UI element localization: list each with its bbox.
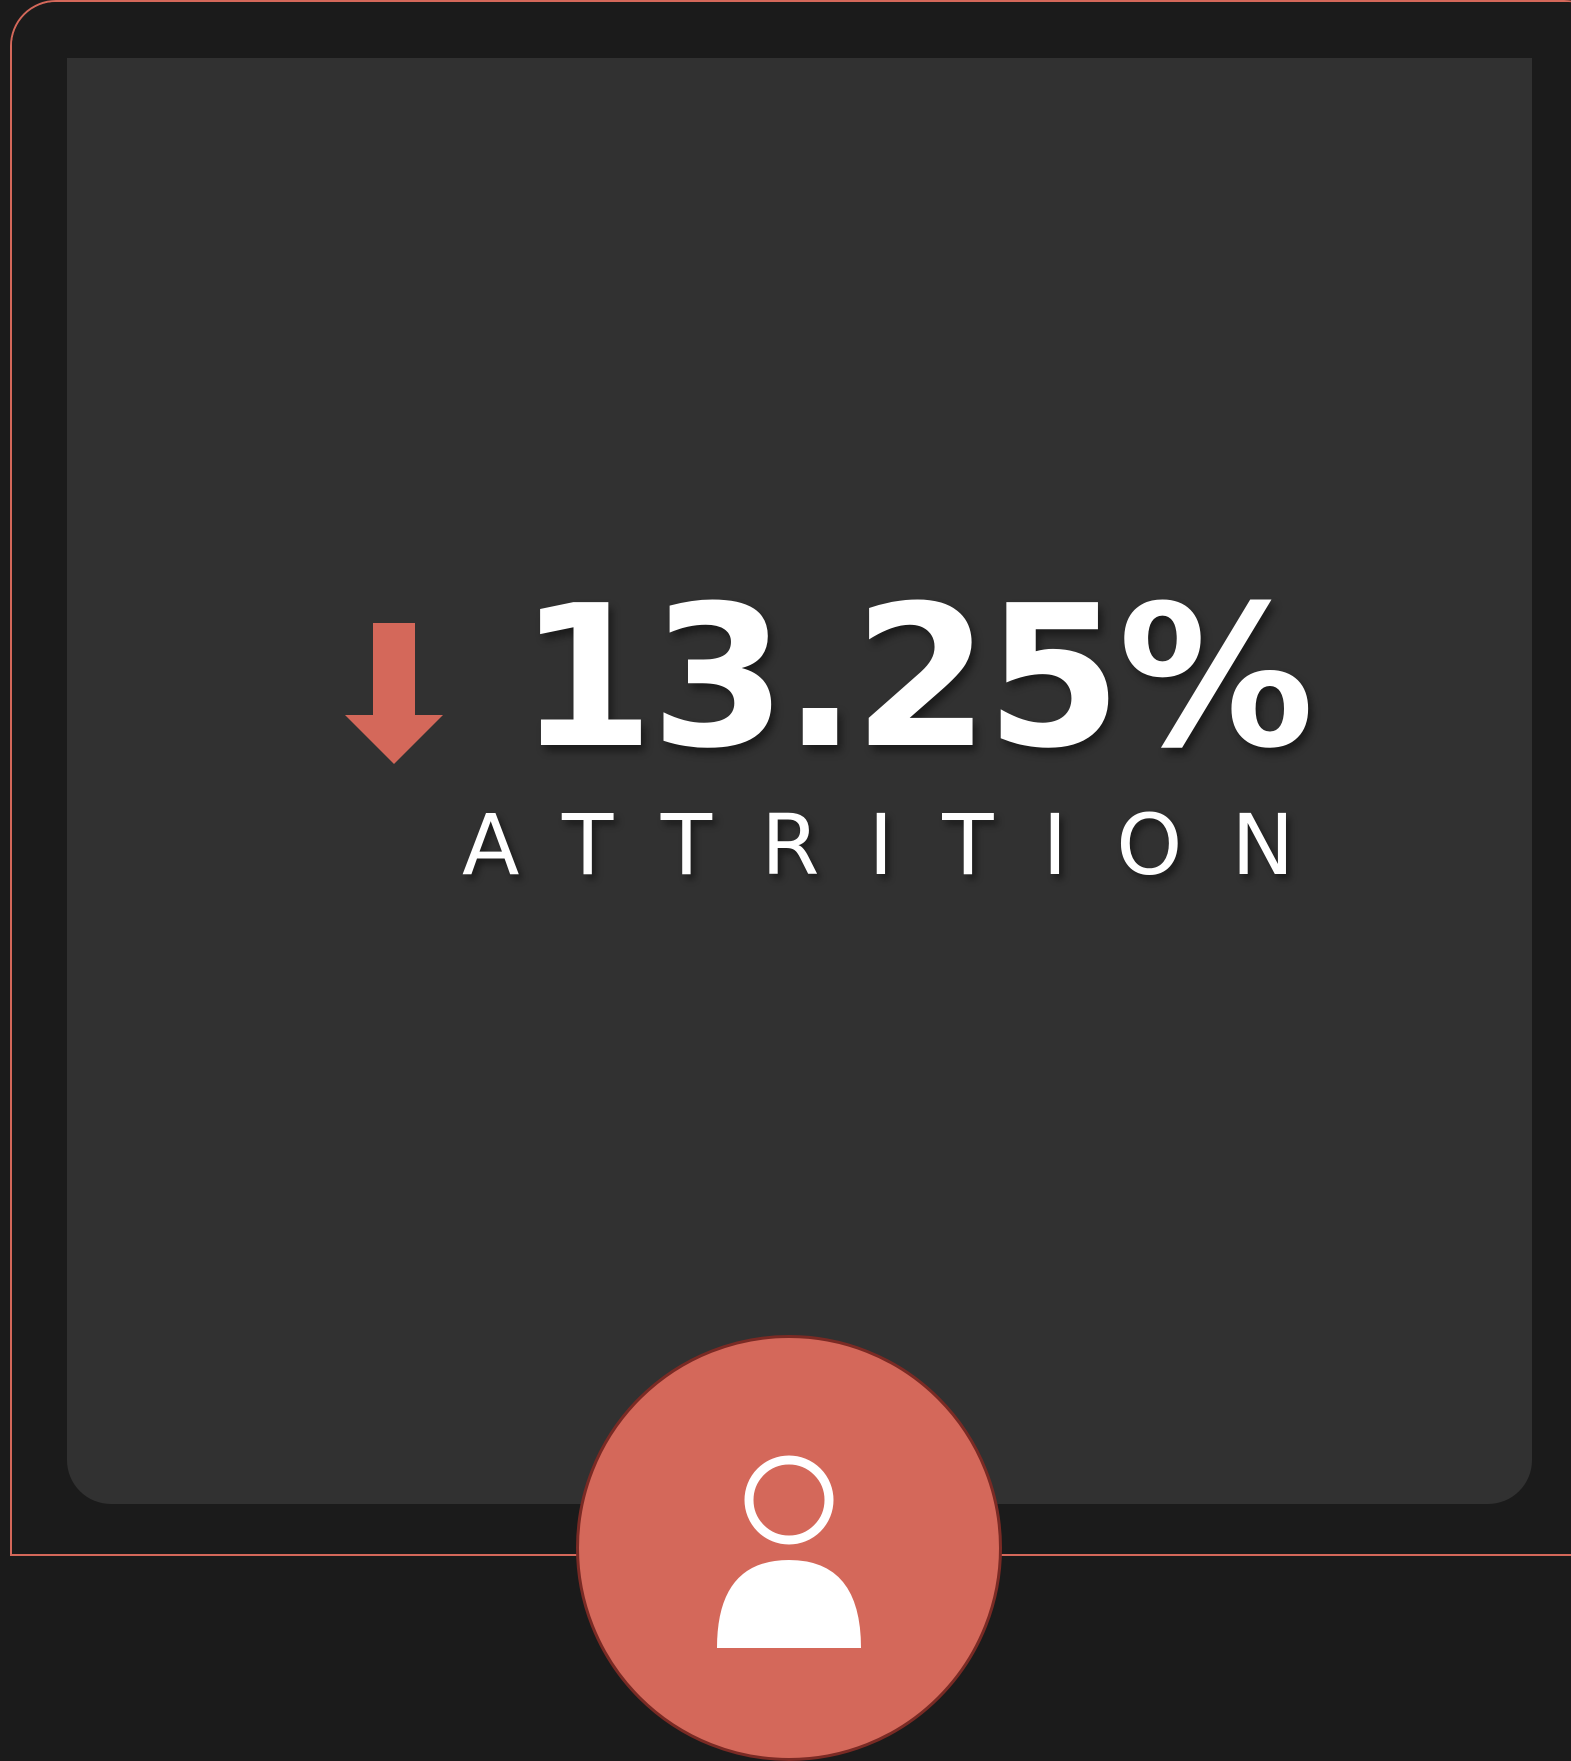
kpi-tile-frame: 13.25% ATTRITION [0, 0, 1571, 1761]
avatar-badge [576, 1335, 1002, 1761]
person-icon [717, 1455, 861, 1648]
kpi-card [67, 58, 1532, 1504]
